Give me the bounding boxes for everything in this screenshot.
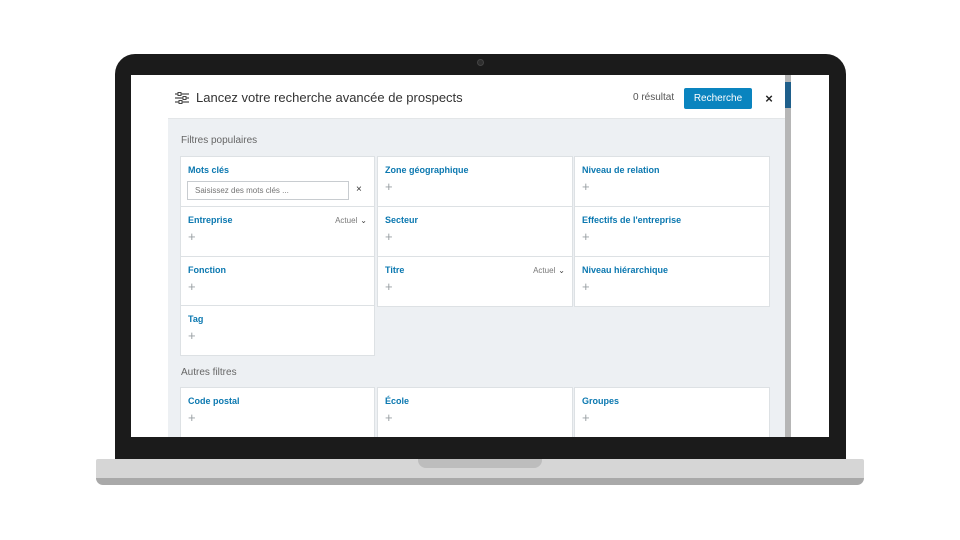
search-button[interactable]: Recherche bbox=[684, 88, 752, 109]
add-icon[interactable]: + bbox=[385, 411, 393, 424]
add-icon[interactable]: + bbox=[582, 280, 590, 293]
add-icon[interactable]: + bbox=[385, 230, 393, 243]
filter-label: Mots clés bbox=[188, 165, 230, 175]
filter-label: Effectifs de l'entreprise bbox=[582, 215, 682, 225]
filter-label: Titre bbox=[385, 265, 405, 275]
camera-icon bbox=[477, 59, 484, 66]
filter-label: Groupes bbox=[582, 396, 620, 406]
results-count: 0 résultat bbox=[633, 92, 675, 103]
filter-title[interactable]: Titre Actuel ⌄ + bbox=[377, 256, 573, 307]
filter-industry[interactable]: Secteur + bbox=[377, 206, 573, 257]
filter-relationship[interactable]: Niveau de relation + bbox=[574, 156, 770, 207]
filter-label: Code postal bbox=[188, 396, 240, 406]
add-icon[interactable]: + bbox=[582, 411, 590, 424]
add-icon[interactable]: + bbox=[188, 329, 196, 342]
laptop-notch bbox=[418, 459, 542, 468]
close-icon[interactable]: × bbox=[761, 90, 777, 106]
filter-keywords: Mots clés × bbox=[180, 156, 375, 207]
laptop-mockup: Lancez votre recherche avancée de prospe… bbox=[0, 0, 960, 540]
filter-postal-code[interactable]: Code postal + bbox=[180, 387, 375, 437]
advanced-search-modal: Lancez votre recherche avancée de prospe… bbox=[168, 75, 785, 437]
filter-label: École bbox=[385, 396, 410, 406]
laptop-base-edge bbox=[96, 478, 864, 485]
filter-tag[interactable]: Tag + bbox=[180, 305, 375, 356]
clear-icon[interactable]: × bbox=[356, 184, 362, 195]
chevron-down-icon: ⌄ bbox=[360, 216, 367, 225]
filter-label: Niveau de relation bbox=[582, 165, 660, 175]
background-page bbox=[791, 75, 829, 437]
modal-header: Lancez votre recherche avancée de prospe… bbox=[168, 75, 785, 119]
sliders-icon[interactable] bbox=[175, 92, 189, 104]
select-value: Actuel bbox=[533, 266, 556, 275]
add-icon[interactable]: + bbox=[582, 230, 590, 243]
filter-label: Niveau hiérarchique bbox=[582, 265, 669, 275]
popular-filters-title: Filtres populaires bbox=[181, 135, 258, 146]
filter-function[interactable]: Fonction + bbox=[180, 256, 375, 307]
filter-location[interactable]: Zone géographique + bbox=[377, 156, 573, 207]
other-filters-title: Autres filtres bbox=[181, 367, 237, 378]
keywords-input[interactable] bbox=[187, 181, 349, 200]
select-value: Actuel bbox=[335, 216, 358, 225]
add-icon[interactable]: + bbox=[188, 411, 196, 424]
add-icon[interactable]: + bbox=[188, 230, 196, 243]
filter-label: Fonction bbox=[188, 265, 226, 275]
add-icon[interactable]: + bbox=[188, 280, 196, 293]
filter-label: Entreprise bbox=[188, 215, 233, 225]
company-scope-select[interactable]: Actuel ⌄ bbox=[335, 216, 367, 225]
title-scope-select[interactable]: Actuel ⌄ bbox=[533, 266, 565, 275]
filter-label: Zone géographique bbox=[385, 165, 469, 175]
filter-groups[interactable]: Groupes + bbox=[574, 387, 770, 437]
filter-label: Secteur bbox=[385, 215, 419, 225]
filter-company[interactable]: Entreprise Actuel ⌄ + bbox=[180, 206, 375, 257]
modal-title: Lancez votre recherche avancée de prospe… bbox=[196, 90, 463, 105]
add-icon[interactable]: + bbox=[582, 180, 590, 193]
add-icon[interactable]: + bbox=[385, 280, 393, 293]
filter-school[interactable]: École + bbox=[377, 387, 573, 437]
filters-panel: Filtres populaires Mots clés × Zone géog… bbox=[168, 119, 785, 437]
filter-seniority[interactable]: Niveau hiérarchique + bbox=[574, 256, 770, 307]
laptop-screen: Lancez votre recherche avancée de prospe… bbox=[131, 75, 829, 437]
chevron-down-icon: ⌄ bbox=[558, 266, 565, 275]
filter-company-size[interactable]: Effectifs de l'entreprise + bbox=[574, 206, 770, 257]
filter-label: Tag bbox=[188, 314, 204, 324]
add-icon[interactable]: + bbox=[385, 180, 393, 193]
